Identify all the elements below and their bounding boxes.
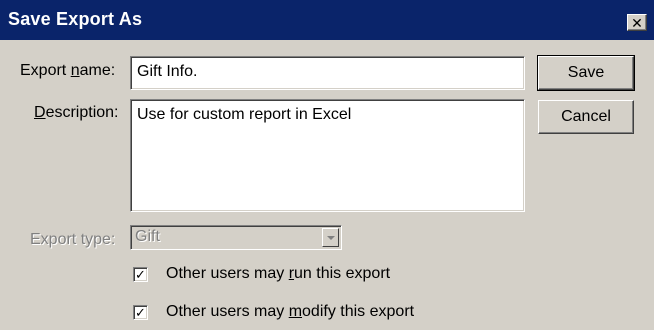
export-name-label: Export name:	[20, 62, 116, 79]
cancel-button[interactable]: Cancel	[538, 100, 634, 134]
modify-export-label[interactable]: Other users may modify this export	[166, 303, 414, 321]
modify-export-checkbox[interactable]: ✓	[133, 305, 148, 320]
chevron-down-icon	[326, 235, 335, 240]
window-title: Save Export As	[8, 9, 143, 29]
cancel-button-label: Cancel	[561, 108, 611, 125]
description-textarea[interactable]: Use for custom report in Excel	[130, 99, 525, 212]
save-export-dialog: Save Export As ✕ Export name: Gift Info.…	[0, 0, 654, 330]
close-button[interactable]: ✕	[627, 14, 647, 31]
title-bar[interactable]: Save Export As ✕	[0, 0, 654, 40]
export-type-value: Gift	[135, 228, 160, 245]
export-name-value: Gift Info.	[137, 63, 198, 80]
checkmark-icon: ✓	[135, 305, 146, 320]
export-type-label: Export type:	[30, 231, 116, 248]
save-button[interactable]: Save	[537, 55, 635, 91]
save-button-label: Save	[567, 64, 605, 81]
description-label: Description:	[34, 104, 119, 121]
export-name-input[interactable]: Gift Info.	[130, 56, 525, 90]
close-icon: ✕	[631, 14, 643, 31]
run-export-label[interactable]: Other users may run this export	[166, 265, 390, 283]
export-type-select[interactable]: Gift	[130, 225, 342, 250]
description-value: Use for custom report in Excel	[137, 106, 352, 123]
checkmark-icon: ✓	[135, 267, 146, 282]
run-export-checkbox[interactable]: ✓	[133, 267, 148, 282]
export-type-dropdown-button[interactable]	[322, 228, 339, 247]
